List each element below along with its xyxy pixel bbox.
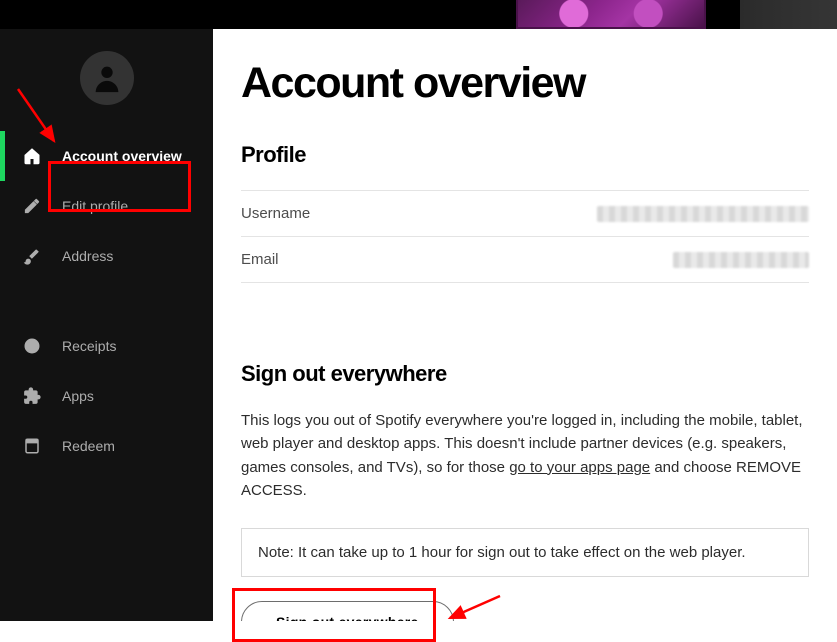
avatar-container xyxy=(0,47,213,131)
profile-label: Username xyxy=(241,205,310,222)
signout-heading: Sign out everywhere xyxy=(241,361,809,387)
brush-icon xyxy=(22,246,42,266)
sidebar-item-redeem[interactable]: Redeem xyxy=(0,421,213,471)
main-content: Account overview Profile Username Email … xyxy=(213,29,837,621)
sidebar: Account overview Edit profile Address xyxy=(0,29,213,621)
puzzle-icon xyxy=(22,386,42,406)
banner-artwork-2 xyxy=(740,0,837,29)
avatar[interactable] xyxy=(80,51,134,105)
sidebar-item-label: Redeem xyxy=(62,438,115,454)
profile-row-username: Username xyxy=(241,190,809,237)
sidebar-item-label: Account overview xyxy=(62,148,182,164)
profile-value-redacted xyxy=(597,206,809,222)
clock-icon xyxy=(22,336,42,356)
home-icon xyxy=(22,146,42,166)
sidebar-item-edit-profile[interactable]: Edit profile xyxy=(0,181,213,231)
sidebar-item-apps[interactable]: Apps xyxy=(0,371,213,421)
dot-icon xyxy=(22,291,42,311)
signout-note: Note: It can take up to 1 hour for sign … xyxy=(241,528,809,577)
profile-label: Email xyxy=(241,251,279,268)
card-icon xyxy=(22,436,42,456)
sidebar-item-hidden xyxy=(0,281,213,321)
signout-everywhere-button[interactable]: Sign out everywhere xyxy=(241,601,454,621)
top-banner xyxy=(0,0,837,29)
profile-value-redacted xyxy=(673,252,809,268)
apps-page-link[interactable]: go to your apps page xyxy=(509,459,650,476)
pencil-icon xyxy=(22,196,42,216)
signout-description: This logs you out of Spotify everywhere … xyxy=(241,409,809,502)
user-icon xyxy=(90,61,124,95)
sidebar-nav: Account overview Edit profile Address xyxy=(0,131,213,471)
profile-row-email: Email xyxy=(241,237,809,283)
page-title: Account overview xyxy=(241,59,809,108)
signout-section: Sign out everywhere This logs you out of… xyxy=(241,361,809,621)
banner-artwork xyxy=(516,0,706,29)
sidebar-item-receipts[interactable]: Receipts xyxy=(0,321,213,371)
sidebar-item-address[interactable]: Address xyxy=(0,231,213,281)
sidebar-item-label: Apps xyxy=(62,388,94,404)
sidebar-item-label: Receipts xyxy=(62,338,116,354)
profile-heading: Profile xyxy=(241,142,809,168)
sidebar-item-label: Address xyxy=(62,248,113,264)
sidebar-item-account-overview[interactable]: Account overview xyxy=(0,131,213,181)
sidebar-item-label: Edit profile xyxy=(62,198,128,214)
